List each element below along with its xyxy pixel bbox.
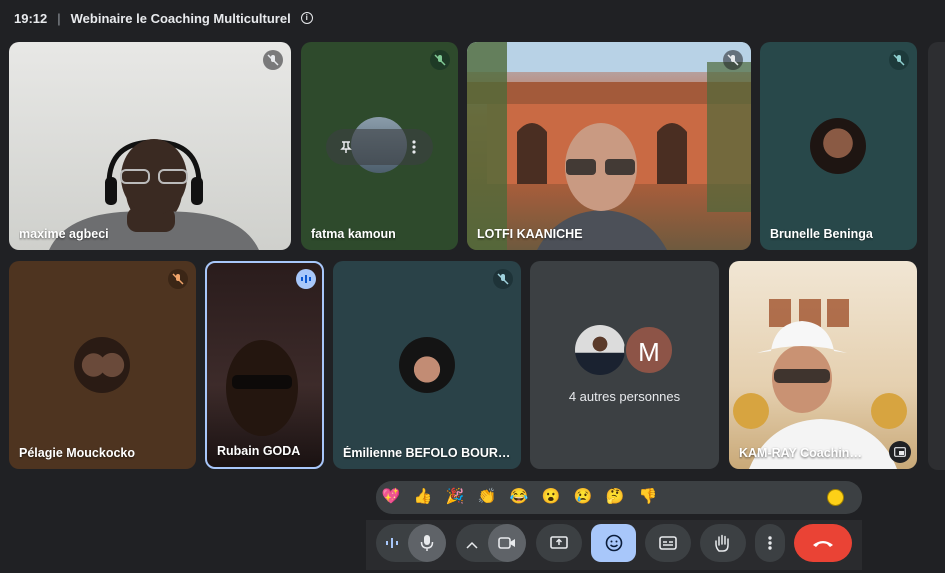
participant-name: KAM-RAY Coaching Tunisie [739,446,869,460]
mic-off-icon [889,50,909,70]
participant-tile[interactable]: maxime agbeci [9,42,291,250]
participant-name: Rubain GODA [217,444,301,458]
skin-tone-picker[interactable] [827,489,844,506]
video-feed [226,340,298,436]
reaction-surprised[interactable]: 😮 [540,487,562,505]
participant-tile[interactable]: Brunelle Beninga [760,42,917,250]
more-vert-icon[interactable] [411,139,417,155]
participant-name: Brunelle Beninga [770,227,873,241]
video-feed [733,299,907,469]
participant-tile[interactable]: KAM-RAY Coaching Tunisie [729,261,917,469]
microphone-button[interactable] [408,524,446,562]
avatar [810,118,866,174]
participant-tile[interactable]: Émilienne BEFOLO BOURGES [333,261,521,469]
emoji-reactions-button[interactable] [591,524,636,562]
reaction-laughing[interactable]: 😂 [508,487,530,505]
video-feed [49,139,259,250]
speaking-indicator-icon [296,269,316,289]
participant-tile[interactable]: LOTFI KAANICHE [467,42,751,250]
picture-in-picture-icon[interactable] [889,441,911,463]
mic-off-icon [493,269,513,289]
info-icon[interactable]: i [300,12,313,24]
reaction-thinking[interactable]: 🤔 [604,487,626,505]
others-tile[interactable]: M 4 autres personnes [530,261,719,469]
reaction-thumbs-up[interactable]: 👍 [412,487,434,505]
participant-name: LOTFI KAANICHE [477,227,583,241]
more-vert-icon [768,536,772,550]
others-count-label: 4 autres personnes [568,389,681,404]
separator: | [57,10,61,26]
participant-name: Pélagie Mouckocko [19,446,136,460]
camera-options-button[interactable] [466,536,482,550]
video-feed [467,42,751,250]
raise-hand-icon [715,534,729,552]
reaction-sad[interactable]: 😢 [572,487,594,505]
participant-tile[interactable]: Pélagie Mouckocko [9,261,196,469]
reaction-party-popper[interactable]: 🎉 [444,487,466,505]
reaction-thumbs-down[interactable]: 👎 [637,487,659,505]
raise-hand-button[interactable] [700,524,746,562]
meeting-title: Webinaire le Coaching Multiculturel [70,10,291,26]
participant-tile[interactable]: Rubain GODA [205,261,324,469]
clock: 19:12 [14,10,48,26]
leave-call-button[interactable] [794,524,852,562]
pin-icon[interactable] [339,140,353,154]
participant-tile[interactable]: fatma kamoun [301,42,458,250]
hang-up-icon [813,541,833,547]
captions-button[interactable] [645,524,691,562]
side-panel-edge [928,42,945,470]
avatar [399,337,455,393]
reaction-clapping[interactable]: 👏 [476,487,498,505]
visual-effects-button[interactable] [381,532,403,554]
present-screen-icon [550,535,568,549]
mic-off-icon [263,50,283,70]
audio-level-icon [386,538,398,548]
participant-name: maxime agbeci [19,227,109,241]
reaction-sparkling-heart[interactable]: 💖 [380,487,402,505]
camera-button[interactable] [488,524,526,562]
mic-off-icon [168,269,188,289]
avatar [74,337,130,393]
avatar [575,325,625,375]
microphone-icon [420,535,434,551]
more-options-button[interactable] [755,524,785,562]
present-screen-button[interactable] [536,524,582,562]
participant-name: fatma kamoun [311,227,396,241]
avatar-letter: M [624,325,674,375]
camera-icon [498,537,515,549]
captions-icon [659,536,677,550]
mic-off-icon [430,50,450,70]
top-bar: 19:12 | Webinaire le Coaching Multicultu… [0,0,945,36]
smiley-icon [605,534,622,552]
participant-name: Émilienne BEFOLO BOURGES [343,446,513,460]
mic-off-icon [723,50,743,70]
chevron-up-icon [466,541,478,549]
